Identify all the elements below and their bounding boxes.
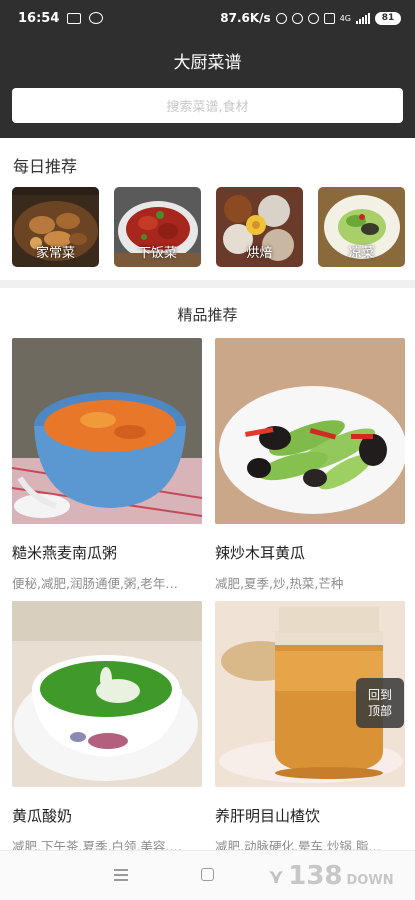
watermark-suffix: DOWN (346, 873, 394, 888)
category-label: 下饭菜 (137, 246, 177, 261)
recipe-card[interactable]: 辣炒木耳黄瓜 减肥,夏季,炒,热菜,芒种 (215, 338, 405, 592)
daily-recommendations: 每日推荐 家常菜 下饭菜 烘焙 凉菜 (0, 138, 415, 280)
recipe-tags: 便秘,减肥,润肠通便,粥,老年… (12, 576, 178, 591)
home-icon[interactable] (201, 868, 214, 881)
app-header: 大厨菜谱 搜索菜谱,食材 (0, 36, 415, 138)
category-list: 家常菜 下饭菜 烘焙 凉菜 (12, 187, 405, 267)
network-type: 4G (339, 13, 351, 23)
daily-title: 每日推荐 (13, 157, 78, 176)
category-label: 凉菜 (348, 246, 375, 261)
category-baking[interactable]: 烘焙 (216, 187, 303, 267)
category-label: 家常菜 (35, 246, 75, 261)
watermark-logo-icon: ⋎ (268, 864, 285, 888)
section-divider (0, 280, 415, 288)
recipe-name: 黄瓜酸奶 (12, 807, 73, 825)
watermark: ⋎ 138 DOWN (268, 861, 394, 891)
recipe-image (12, 338, 202, 524)
bluetooth-icon (275, 12, 287, 24)
alarm-icon (307, 12, 319, 24)
recipe-name: 养肝明目山楂饮 (215, 807, 321, 825)
recipe-tags: 减肥,夏季,炒,热菜,芒种 (215, 576, 344, 591)
recipe-name: 糙米燕麦南瓜粥 (12, 544, 118, 562)
message-icon (67, 12, 82, 24)
recipe-card[interactable]: 黄瓜酸奶 减肥,下午茶,夏季,白领,美容,… (12, 601, 202, 855)
status-time: 16:54 (18, 10, 60, 26)
category-home-cooking[interactable]: 家常菜 (12, 187, 99, 267)
back-to-top-line2: 顶部 (367, 704, 392, 718)
back-to-top-button[interactable]: 回到 顶部 (356, 678, 404, 728)
net-speed: 87.6K/s (220, 11, 271, 25)
system-nav-bar: ⋎ 138 DOWN (0, 850, 415, 900)
battery-icon: 81 (375, 11, 401, 25)
recipe-card[interactable]: 养肝明目山楂饮 减肥,动脉硬化,晕车,炒锅,脂… (215, 601, 405, 855)
category-rice-dishes[interactable]: 下饭菜 (114, 187, 201, 267)
mute-icon (291, 12, 303, 24)
featured-title: 精品推荐 (177, 306, 238, 324)
app-title: 大厨菜谱 (173, 53, 242, 73)
category-cold-dishes[interactable]: 凉菜 (318, 187, 405, 267)
recipe-card[interactable]: 糙米燕麦南瓜粥 便秘,减肥,润肠通便,粥,老年… (12, 338, 202, 592)
search-input[interactable]: 搜索菜谱,食材 (12, 88, 403, 123)
recipe-image (215, 338, 405, 524)
watermark-number: 138 (288, 861, 343, 891)
hd-icon (323, 12, 335, 24)
back-to-top-line1: 回到 (367, 688, 392, 702)
status-bar: 16:54 87.6K/s 4G 81 (0, 0, 415, 36)
recipe-image (12, 601, 202, 787)
recipe-name: 辣炒木耳黄瓜 (215, 544, 306, 562)
signal-icon (356, 12, 370, 24)
wechat-icon (89, 12, 104, 24)
category-label: 烘焙 (246, 246, 273, 261)
menu-icon[interactable] (114, 869, 128, 881)
